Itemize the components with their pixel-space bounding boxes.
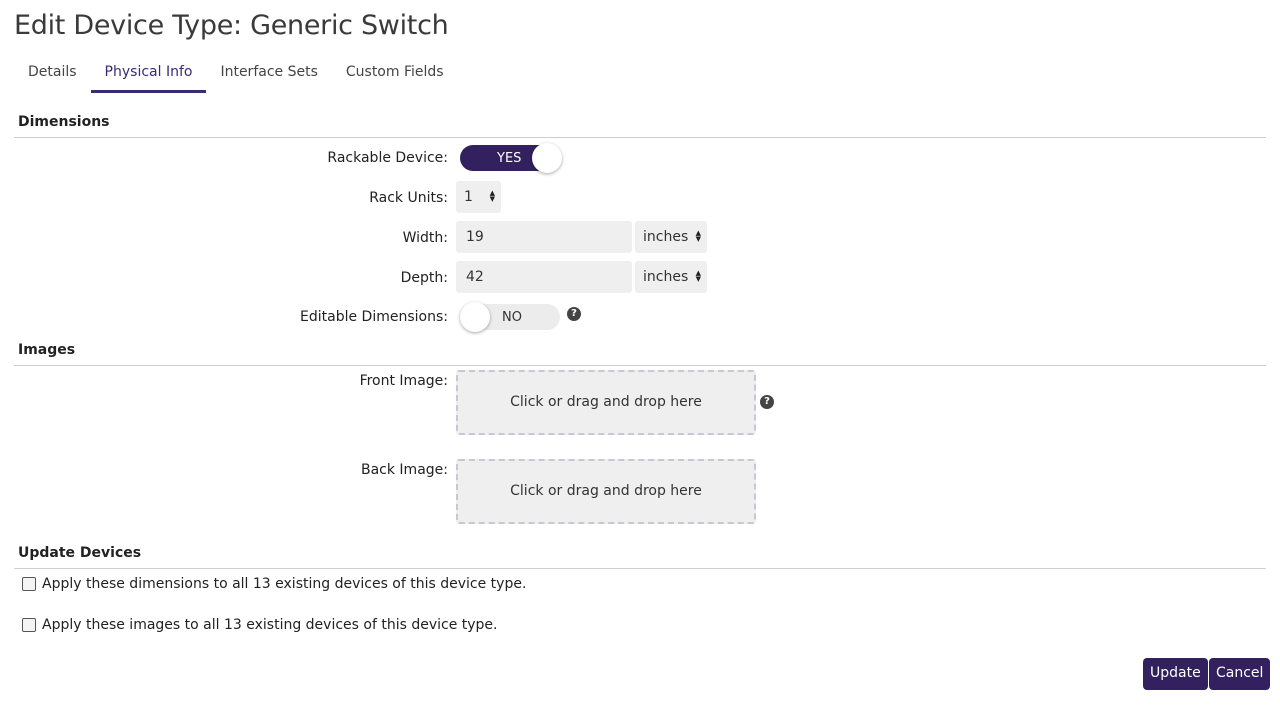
width-input[interactable] <box>456 221 632 253</box>
back-image-label: Back Image: <box>360 462 448 478</box>
update-devices-section-header: Update Devices <box>14 545 1266 569</box>
tab-details[interactable]: Details <box>14 56 91 93</box>
update-devices-heading: Update Devices <box>18 545 142 561</box>
page-title: Edit Device Type: Generic Switch <box>14 10 449 41</box>
width-unit-value: inches <box>643 229 689 245</box>
apply-images-row: Apply these images to all 13 existing de… <box>22 617 498 633</box>
editable-dimensions-label: Editable Dimensions: <box>300 309 448 325</box>
rack-units-select[interactable]: 1 ▲ ▼ <box>456 181 501 213</box>
depth-label: Depth: <box>400 270 448 286</box>
depth-input[interactable] <box>456 261 632 293</box>
back-image-dropzone[interactable]: Click or drag and drop here <box>456 459 756 524</box>
rack-units-value: 1 <box>464 189 473 205</box>
apply-images-checkbox[interactable] <box>22 618 36 632</box>
depth-unit-select[interactable]: inches ▲ ▼ <box>635 261 707 293</box>
images-heading: Images <box>18 342 76 358</box>
dimensions-heading: Dimensions <box>18 114 110 130</box>
tab-custom-fields[interactable]: Custom Fields <box>332 56 458 93</box>
depth-unit-value: inches <box>643 269 689 285</box>
help-icon[interactable]: ? <box>760 395 774 409</box>
select-arrows-icon: ▲ ▼ <box>695 269 701 283</box>
editable-dimensions-toggle-text: NO <box>502 310 522 325</box>
update-button[interactable]: Update <box>1143 658 1208 690</box>
toggle-knob <box>460 302 490 332</box>
width-unit-select[interactable]: inches ▲ ▼ <box>635 221 707 253</box>
toggle-knob <box>532 143 562 173</box>
tab-physical-info[interactable]: Physical Info <box>90 56 207 93</box>
help-icon[interactable]: ? <box>567 307 581 321</box>
tab-interface-sets[interactable]: Interface Sets <box>206 56 331 93</box>
apply-dimensions-row: Apply these dimensions to all 13 existin… <box>22 576 526 592</box>
rackable-device-toggle-text: YES <box>497 151 522 166</box>
rackable-device-label: Rackable Device: <box>327 150 448 166</box>
apply-images-label[interactable]: Apply these images to all 13 existing de… <box>42 617 498 633</box>
rack-units-label: Rack Units: <box>369 190 448 206</box>
front-image-label: Front Image: <box>359 373 448 389</box>
select-arrows-icon: ▲ ▼ <box>489 189 495 203</box>
cancel-button[interactable]: Cancel <box>1209 658 1271 690</box>
editable-dimensions-toggle[interactable]: NO <box>460 302 560 332</box>
rackable-device-toggle[interactable]: YES <box>460 143 562 173</box>
tab-bar: Details Physical Info Interface Sets Cus… <box>14 56 458 93</box>
apply-dimensions-label[interactable]: Apply these dimensions to all 13 existin… <box>42 576 526 592</box>
dimensions-section-header: Dimensions <box>14 114 1266 138</box>
front-image-dropzone[interactable]: Click or drag and drop here <box>456 370 756 435</box>
images-section-header: Images <box>14 342 1266 366</box>
width-label: Width: <box>402 230 448 246</box>
apply-dimensions-checkbox[interactable] <box>22 577 36 591</box>
select-arrows-icon: ▲ ▼ <box>695 229 701 243</box>
